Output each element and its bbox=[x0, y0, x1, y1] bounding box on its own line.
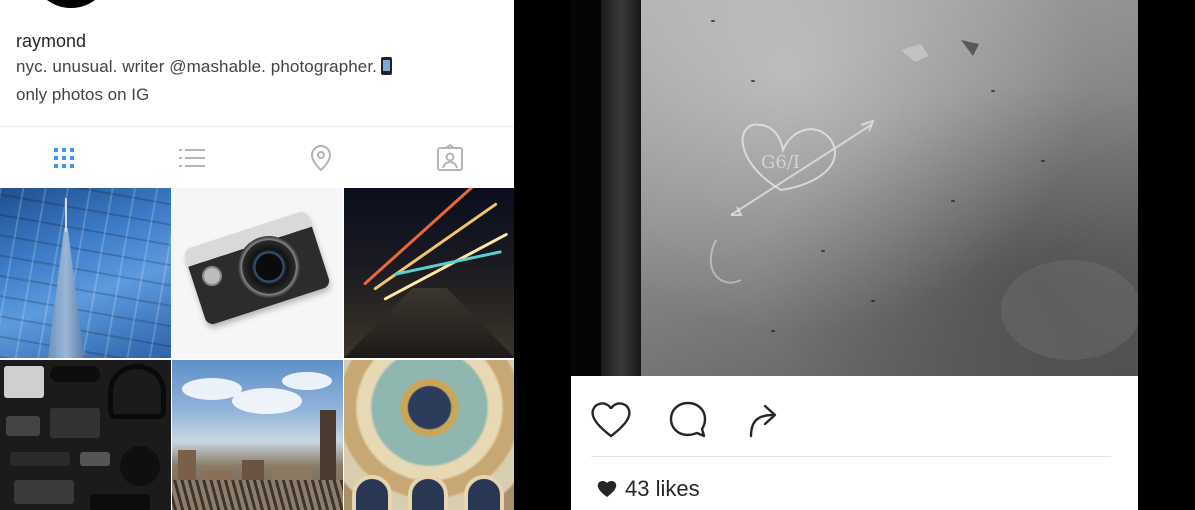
grid-photo-camera[interactable] bbox=[172, 188, 343, 358]
profile-username: raymond bbox=[16, 31, 87, 51]
likes-text: 43 likes bbox=[625, 476, 700, 501]
tab-grid-view[interactable] bbox=[0, 127, 128, 188]
grid-icon bbox=[54, 147, 74, 168]
divider bbox=[591, 456, 1111, 457]
grid-photo-skyscraper[interactable] bbox=[0, 188, 171, 358]
grid-photo-dome-ceiling[interactable] bbox=[344, 360, 514, 510]
likes-count[interactable]: 43 likes bbox=[597, 476, 700, 502]
heart-filled-icon bbox=[597, 480, 617, 497]
list-icon bbox=[179, 148, 205, 167]
tab-map-view[interactable] bbox=[257, 127, 385, 188]
grid-photo-city-skyline[interactable] bbox=[172, 360, 343, 510]
post-photo[interactable]: G6/I bbox=[571, 0, 1138, 376]
grid-photo-gear-flatlay[interactable] bbox=[0, 360, 171, 510]
profile-bio-line-2: only photos on IG bbox=[16, 85, 150, 104]
comment-button[interactable] bbox=[666, 398, 710, 442]
profile-bio-line-1: nyc. unusual. writer @mashable. photogra… bbox=[16, 57, 393, 77]
post-actions-card: 43 likes bbox=[571, 376, 1138, 510]
heart-carving-graphic: G6/I bbox=[709, 40, 1138, 360]
carved-wall: G6/I bbox=[641, 0, 1138, 376]
grid-photo-night-street[interactable] bbox=[344, 188, 514, 358]
heart-icon bbox=[591, 402, 631, 438]
tab-tagged-photos[interactable] bbox=[386, 127, 514, 188]
svg-text:G6/I: G6/I bbox=[761, 152, 800, 173]
door-frame bbox=[601, 0, 641, 376]
mobile-phone-icon bbox=[381, 57, 393, 75]
tab-list-view[interactable] bbox=[128, 127, 256, 188]
share-arrow-icon bbox=[749, 404, 777, 438]
post-panel: G6/I 43 likes bbox=[514, 0, 1195, 510]
like-button[interactable] bbox=[589, 398, 633, 442]
share-button[interactable] bbox=[741, 398, 785, 442]
avatar[interactable] bbox=[31, 0, 111, 8]
location-pin-icon bbox=[310, 144, 332, 171]
bio-text: nyc. unusual. writer @mashable. photogra… bbox=[16, 57, 378, 76]
profile-view-tabs bbox=[0, 126, 514, 187]
profile-panel: raymond nyc. unusual. writer @mashable. … bbox=[0, 0, 514, 510]
comment-icon bbox=[669, 401, 707, 438]
tagged-photo-icon bbox=[437, 143, 463, 171]
